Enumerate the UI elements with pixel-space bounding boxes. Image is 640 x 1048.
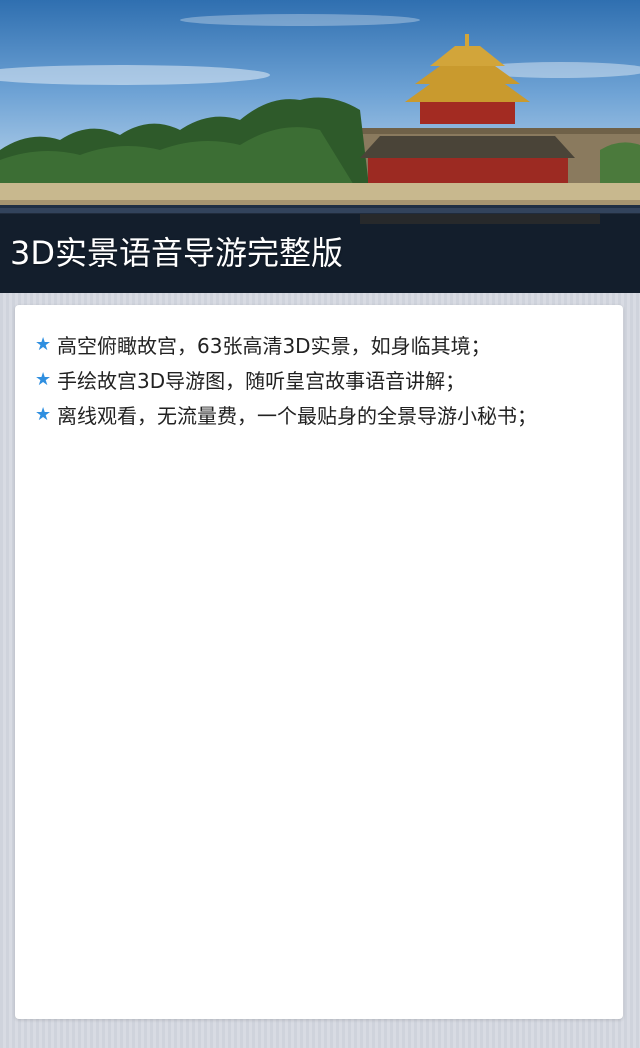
feature-text: 离线观看，无流量费，一个最贴身的全景导游小秘书； [57,404,537,428]
feature-text: 手绘故宫3D导游图，随听皇宫故事语音讲解； [57,369,466,393]
feature-item-aerial-view: ★ 高空俯瞰故宫，63张高清3D实景，如身临其境； [35,327,623,362]
feature-text: 高空俯瞰故宫，63张高清3D实景，如身临其境； [57,334,491,358]
star-icon: ★ [35,404,52,425]
hero-caption: 3D实景语音导游完整版 [10,234,344,272]
feature-item-offline: ★ 离线观看，无流量费，一个最贴身的全景导游小秘书； [35,397,623,432]
hero-banner: 3D实景语音导游完整版 [0,0,640,293]
star-icon: ★ [35,369,52,390]
feature-card: ★ 高空俯瞰故宫，63张高清3D实景，如身临其境； ★ 手绘故宫3D导游图，随听… [15,305,623,1019]
feature-item-hand-drawn-map: ★ 手绘故宫3D导游图，随听皇宫故事语音讲解； [35,362,623,397]
feature-list: ★ 高空俯瞰故宫，63张高清3D实景，如身临其境； ★ 手绘故宫3D导游图，随听… [15,305,623,432]
star-icon: ★ [35,334,52,355]
